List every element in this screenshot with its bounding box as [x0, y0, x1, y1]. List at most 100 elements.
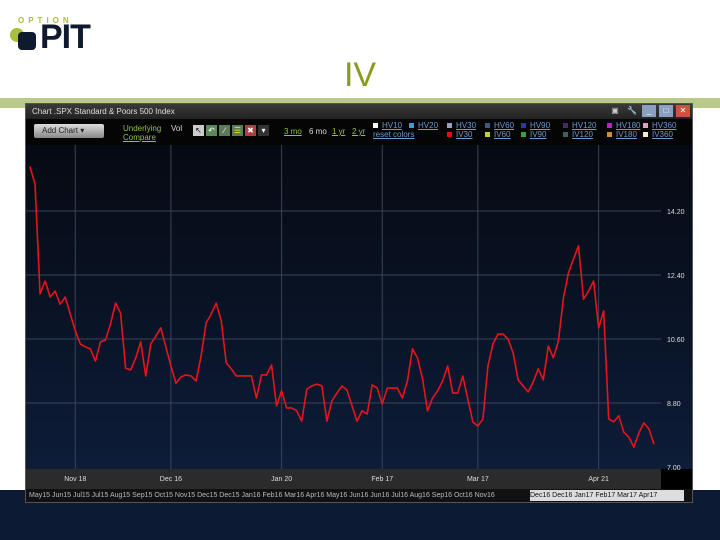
- iv30-data-point: [552, 357, 554, 359]
- iv30-data-point: [477, 425, 479, 427]
- iv30-data-point: [356, 420, 358, 422]
- iv30-data-point: [296, 410, 298, 412]
- iv30-data-point: [522, 385, 524, 387]
- iv30-data-point: [421, 378, 424, 380]
- iv30-data-point: [275, 405, 278, 407]
- iv30-data-point: [140, 341, 142, 343]
- iv30-data-point: [205, 322, 207, 324]
- iv30-data-point: [59, 303, 61, 305]
- iv30-data-point: [582, 298, 585, 300]
- iv30-data-point: [230, 368, 232, 370]
- iv-line-chart: 14.20 12.40 10.60 8.80 7.00 Nov 18 Dec 16 Jan 2…: [26, 145, 685, 483]
- logo-octagon: [18, 32, 36, 50]
- iv30-data-point: [643, 422, 645, 424]
- iv30-data-point: [527, 391, 529, 393]
- iv30-data-point: [492, 343, 494, 345]
- iv30-data-point: [426, 410, 429, 412]
- iv30-data-point: [250, 375, 253, 377]
- iv30-series-line: [29, 166, 655, 448]
- iv30-data-point: [210, 313, 212, 315]
- iv30-data-point: [532, 381, 534, 383]
- slide-title: IV: [343, 56, 377, 94]
- iv30-data-point: [603, 310, 605, 312]
- iv30-data-point: [472, 421, 474, 423]
- iv30-data-point: [396, 387, 398, 389]
- iv30-data-point: [351, 405, 353, 407]
- iv30-data-point: [291, 407, 293, 409]
- y-tick-label: 14.20: [667, 209, 685, 216]
- iv30-data-point: [628, 436, 630, 438]
- iv30-data-point: [577, 245, 580, 247]
- x-tick-label: Feb 17: [371, 476, 393, 483]
- iv30-data-point: [79, 343, 81, 345]
- iv30-data-point: [119, 312, 122, 314]
- iv30-data-point: [452, 392, 454, 394]
- navigator-selected-dates: Dec16 Dec16 Jan17 Feb17 Mar17 Apr17: [530, 492, 658, 499]
- iv30-data-point: [386, 387, 388, 389]
- iv30-data-point: [190, 375, 192, 377]
- iv30-data-point: [371, 384, 373, 386]
- x-tick-label: Mar 17: [467, 476, 489, 483]
- iv30-data-point: [572, 258, 575, 260]
- iv30-data-point: [270, 364, 273, 366]
- iv30-data-point: [281, 390, 283, 392]
- iv30-data-point: [114, 302, 117, 304]
- iv30-data-point: [366, 413, 368, 415]
- iv30-data-point: [84, 346, 86, 348]
- iv30-data-point: [49, 296, 51, 298]
- iv30-data-point: [542, 379, 544, 381]
- date-navigator[interactable]: May15 Jun15 Jul15 Jul15 Aug15 Sep15 Oct1…: [26, 489, 692, 502]
- iv30-data-point: [336, 392, 338, 394]
- iv30-data-point: [608, 418, 610, 420]
- iv30-data-point: [34, 183, 36, 185]
- iv30-data-point: [648, 428, 650, 430]
- navigator-selection[interactable]: Dec16 Dec16 Jan17 Feb17 Mar17 Apr17: [530, 490, 684, 501]
- x-tick-label: Jan 20: [271, 476, 292, 483]
- iv30-data-point: [255, 397, 258, 399]
- iv30-data-point: [497, 333, 499, 335]
- iv30-data-point: [109, 323, 112, 325]
- x-tick-label: Nov 18: [64, 476, 86, 483]
- iv30-data-point: [175, 382, 177, 384]
- iv30-data-point: [180, 376, 182, 378]
- iv30-data-point: [587, 290, 590, 292]
- iv30-data-point: [457, 392, 459, 394]
- iv30-data-point: [155, 335, 157, 337]
- iv30-data-point: [381, 403, 383, 405]
- iv30-data-point: [437, 390, 439, 392]
- iv30-data-point: [562, 297, 565, 299]
- iv30-data-point: [220, 320, 222, 322]
- iv30-data-point: [54, 290, 56, 292]
- iv30-data-point: [598, 327, 600, 329]
- x-tick-label: Apr 21: [588, 476, 609, 483]
- iv30-data-point: [567, 272, 570, 274]
- iv30-data-point: [195, 380, 197, 382]
- iv30-data-point: [341, 385, 343, 387]
- iv30-data-point: [104, 339, 107, 341]
- iv30-data-point: [557, 340, 559, 342]
- iv30-data-point: [74, 330, 76, 332]
- iv30-data-point: [160, 327, 162, 329]
- iv30-data-point: [653, 443, 655, 445]
- iv30-data-point: [638, 432, 640, 434]
- iv30-data-point: [512, 352, 514, 354]
- iv30-data-point: [507, 338, 509, 340]
- iv30-data-point: [185, 374, 187, 376]
- iv30-data-point: [416, 357, 419, 359]
- x-tick-label: Dec 16: [160, 476, 182, 483]
- iv30-data-point: [240, 375, 242, 377]
- iv30-data-point: [265, 374, 268, 376]
- iv30-data-point: [311, 385, 313, 387]
- iv30-data-point: [633, 446, 635, 448]
- logo-pit-text: PIT: [40, 18, 91, 56]
- iv30-data-point: [618, 415, 620, 417]
- iv30-data-point: [99, 341, 102, 343]
- iv30-data-point: [215, 302, 217, 304]
- iv30-data-point: [225, 362, 227, 364]
- iv30-data-point: [326, 420, 328, 422]
- iv30-data-point: [431, 397, 434, 399]
- iv30-data-point: [316, 383, 318, 385]
- iv30-data-point: [467, 398, 469, 400]
- iv30-data-point: [346, 389, 348, 391]
- iv30-data-point: [321, 385, 323, 387]
